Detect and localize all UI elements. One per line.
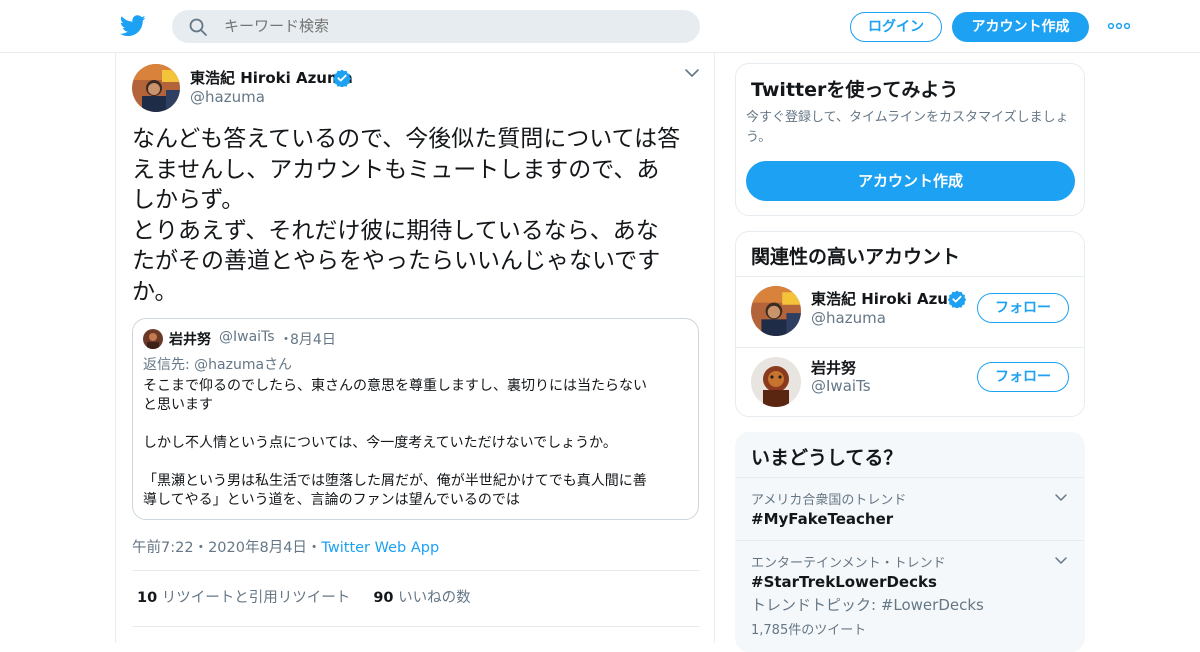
trend-context: エンターテインメント・トレンド [751,556,946,571]
related-title: 関連性の高いアカウント [751,246,961,268]
trend-topic[interactable]: トレンドトピック: #LowerDecks [751,594,984,615]
quoted-author-name: 岩井努 [169,332,211,348]
chevron-down-icon[interactable] [1054,493,1068,503]
search-icon [189,18,207,36]
chevron-down-icon[interactable] [1054,556,1068,566]
trend-tweet-count: 1,785件のツイート [751,623,867,638]
divider [736,477,1084,478]
divider [736,276,1084,277]
trends-card: いまどうしてる？ アメリカ合衆国のトレンド #MyFakeTeacher エンタ… [735,432,1085,652]
author-handle[interactable]: @hazuma [190,88,265,106]
reply-to-handle: @hazumaさん [194,357,293,373]
account-avatar[interactable] [751,357,801,407]
likes-count: 90 [373,590,394,606]
promo-signup-button[interactable]: アカウント作成 [746,161,1075,201]
verified-badge-icon [333,69,351,87]
author-name[interactable]: 東浩紀 Hiroki Azuma [190,67,353,88]
meta-separator: ・ [306,540,322,556]
quoted-date: 8月4日 [290,332,336,348]
divider [132,626,700,627]
account-avatar[interactable] [751,286,801,336]
promo-title: Twitterを使ってみよう [751,79,959,101]
retweets-stat[interactable]: 10 リツイートと引用リツイート [137,590,350,606]
reply-prefix: 返信先: [143,357,195,373]
retweets-label: リツイートと引用リツイート [161,590,351,606]
search-input[interactable] [224,10,684,43]
author-avatar[interactable] [132,64,180,112]
more-options-icon[interactable] [1107,18,1131,34]
account-name[interactable]: 東浩紀 Hiroki Azu... [811,288,965,309]
divider [132,570,700,571]
tweet-source-link[interactable]: Twitter Web App [321,540,439,556]
trends-title: いまどうしてる？ [751,447,903,469]
tweet-stats: 10 リツイートと引用リツイート 90 いいねの数 [137,586,471,607]
search-box[interactable] [172,10,700,43]
account-name[interactable]: 岩井努 [811,357,856,378]
tweet-detail: 東浩紀 Hiroki Azuma @hazuma なんども答えているので、今後似… [115,53,715,643]
trend-context: アメリカ合衆国のトレンド [751,493,907,508]
login-button[interactable]: ログイン [850,12,942,42]
tweet-meta: 午前7:22・2020年8月4日・Twitter Web App [132,536,439,557]
quoted-author-handle: @IwaiTs [219,329,275,345]
signup-button[interactable]: アカウント作成 [952,12,1089,42]
follow-button[interactable]: フォロー [977,293,1069,323]
meta-separator: ・ [193,540,209,556]
top-header: ログイン アカウント作成 [0,0,1200,53]
account-handle: @IwaiTs [811,377,871,395]
quoted-avatar [143,329,163,349]
signup-promo-card: Twitterを使ってみよう 今すぐ登録して、タイムラインをカスタマイズしましょ… [735,63,1085,216]
verified-badge-icon [948,290,966,308]
tweet-date[interactable]: 2020年8月4日 [208,540,307,556]
quoted-tweet[interactable]: 岩井努 @IwaiTs ・ 8月4日 返信先: @hazumaさん そこまで仰る… [132,318,699,520]
likes-label: いいねの数 [398,590,471,606]
reply-to-line: 返信先: @hazumaさん [143,354,292,374]
related-accounts-card: 関連性の高いアカウント 東浩紀 Hiroki Azu... @hazuma フォ… [735,231,1085,417]
trend-hashtag[interactable]: #StarTrekLowerDecks [751,573,937,591]
likes-stat[interactable]: 90 いいねの数 [373,590,470,606]
tweet-text: なんども答えているので、今後似た質問については答 えませんし、アカウントもミュー… [132,126,681,305]
promo-subtitle: 今すぐ登録して、タイムラインをカスタマイズしましょう。 [746,110,1069,145]
tweet-time[interactable]: 午前7:22 [132,540,194,556]
trend-hashtag[interactable]: #MyFakeTeacher [751,510,893,528]
divider [736,347,1084,348]
follow-button[interactable]: フォロー [977,362,1069,392]
twitter-bird-icon[interactable] [120,14,146,38]
chevron-down-icon[interactable] [684,67,700,79]
account-handle: @hazuma [811,309,886,327]
divider [736,540,1084,541]
retweets-count: 10 [137,590,158,606]
quoted-text: そこまで仰るのでしたら、東さんの意思を尊重しますし、裏切りには当たらない と思い… [143,378,647,508]
